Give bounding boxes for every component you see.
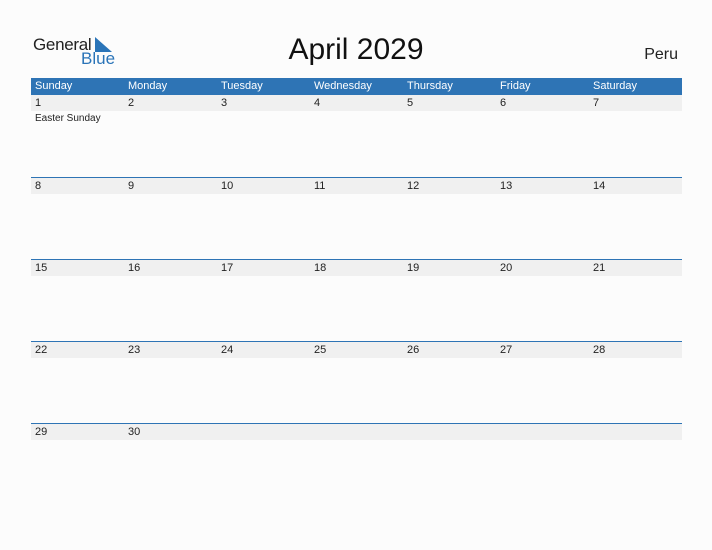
day-number: 18	[314, 262, 327, 274]
day-event	[217, 440, 310, 441]
day-event	[496, 358, 589, 359]
day-number	[310, 424, 403, 440]
day-number: 23	[128, 344, 141, 356]
day-event	[310, 276, 403, 277]
day-event	[31, 276, 124, 277]
day-number: 9	[128, 180, 135, 192]
day-number: 4	[314, 97, 321, 109]
weekday-thursday: Thursday	[407, 80, 453, 92]
day-event	[310, 440, 403, 441]
day-event	[589, 440, 682, 441]
country-label: Peru	[644, 46, 678, 63]
day-number: 26	[407, 344, 420, 356]
day-event	[496, 194, 589, 195]
calendar-title: April 2029	[288, 33, 424, 66]
day-number: 3	[221, 97, 228, 109]
day-number-band: 29 30	[31, 424, 682, 440]
day-number: 22	[35, 344, 48, 356]
day-number: 13	[500, 180, 513, 192]
day-event	[496, 111, 589, 126]
day-event	[403, 276, 496, 277]
day-event	[31, 358, 124, 359]
day-number: 29	[35, 426, 48, 438]
day-number-band: 8 9 10 11 12 13 14	[31, 178, 682, 194]
day-event	[217, 276, 310, 277]
day-number: 15	[35, 262, 48, 274]
weekday-tuesday: Tuesday	[221, 80, 263, 92]
week-row: 1 2 3 4 5 6 7 Easter Sunday	[31, 95, 682, 177]
day-event	[124, 194, 217, 195]
weekday-monday: Monday	[128, 80, 168, 92]
day-number: 21	[593, 262, 606, 274]
day-event	[496, 440, 589, 441]
events-band	[31, 194, 682, 195]
day-event	[124, 111, 217, 126]
day-event: Easter Sunday	[35, 113, 101, 124]
day-number: 12	[407, 180, 420, 192]
day-event	[589, 194, 682, 195]
day-number: 14	[593, 180, 606, 192]
day-number	[496, 424, 589, 440]
day-number: 8	[35, 180, 42, 192]
events-band	[31, 276, 682, 277]
day-number: 10	[221, 180, 234, 192]
day-number: 25	[314, 344, 327, 356]
day-number: 30	[128, 426, 141, 438]
day-event	[403, 111, 496, 126]
day-event	[589, 358, 682, 359]
events-band: Easter Sunday	[31, 111, 682, 126]
weekday-wednesday: Wednesday	[314, 80, 372, 92]
weekday-saturday: Saturday	[593, 80, 638, 92]
week-row: 22 23 24 25 26 27 28	[31, 341, 682, 423]
day-event	[124, 276, 217, 277]
day-event	[403, 440, 496, 441]
day-number: 6	[500, 97, 507, 109]
events-band	[31, 358, 682, 359]
day-event	[217, 111, 310, 126]
day-number: 20	[500, 262, 513, 274]
day-event	[310, 194, 403, 195]
day-event	[217, 194, 310, 195]
day-event	[589, 276, 682, 277]
day-event	[496, 276, 589, 277]
events-band	[31, 440, 682, 441]
day-number: 2	[128, 97, 135, 109]
day-event	[310, 111, 403, 126]
day-number: 11	[314, 180, 326, 192]
day-number: 19	[407, 262, 420, 274]
day-event	[217, 358, 310, 359]
day-number: 1	[35, 97, 42, 109]
day-event	[124, 358, 217, 359]
week-row: 29 30	[31, 423, 682, 505]
day-event	[589, 111, 682, 126]
day-event	[124, 440, 217, 441]
day-event	[31, 194, 124, 195]
weekday-sunday: Sunday	[35, 80, 73, 92]
day-number: 5	[407, 97, 414, 109]
day-number	[217, 424, 310, 440]
day-number: 16	[128, 262, 141, 274]
day-event	[31, 440, 124, 441]
day-number: 28	[593, 344, 606, 356]
day-number-band: 22 23 24 25 26 27 28	[31, 342, 682, 358]
day-number	[403, 424, 496, 440]
calendar-grid: Sunday Monday Tuesday Wednesday Thursday…	[31, 78, 682, 505]
weekday-header: Sunday Monday Tuesday Wednesday Thursday…	[31, 78, 682, 95]
day-number	[589, 424, 682, 440]
week-row: 15 16 17 18 19 20 21	[31, 259, 682, 341]
day-event	[403, 194, 496, 195]
day-number-band: 15 16 17 18 19 20 21	[31, 260, 682, 276]
day-number: 27	[500, 344, 513, 356]
day-number: 17	[221, 262, 234, 274]
day-event	[403, 358, 496, 359]
day-event	[310, 358, 403, 359]
weekday-friday: Friday	[500, 80, 531, 92]
day-number: 24	[221, 344, 234, 356]
day-number: 7	[593, 97, 600, 109]
week-row: 8 9 10 11 12 13 14	[31, 177, 682, 259]
day-number-band: 1 2 3 4 5 6 7	[31, 95, 682, 111]
